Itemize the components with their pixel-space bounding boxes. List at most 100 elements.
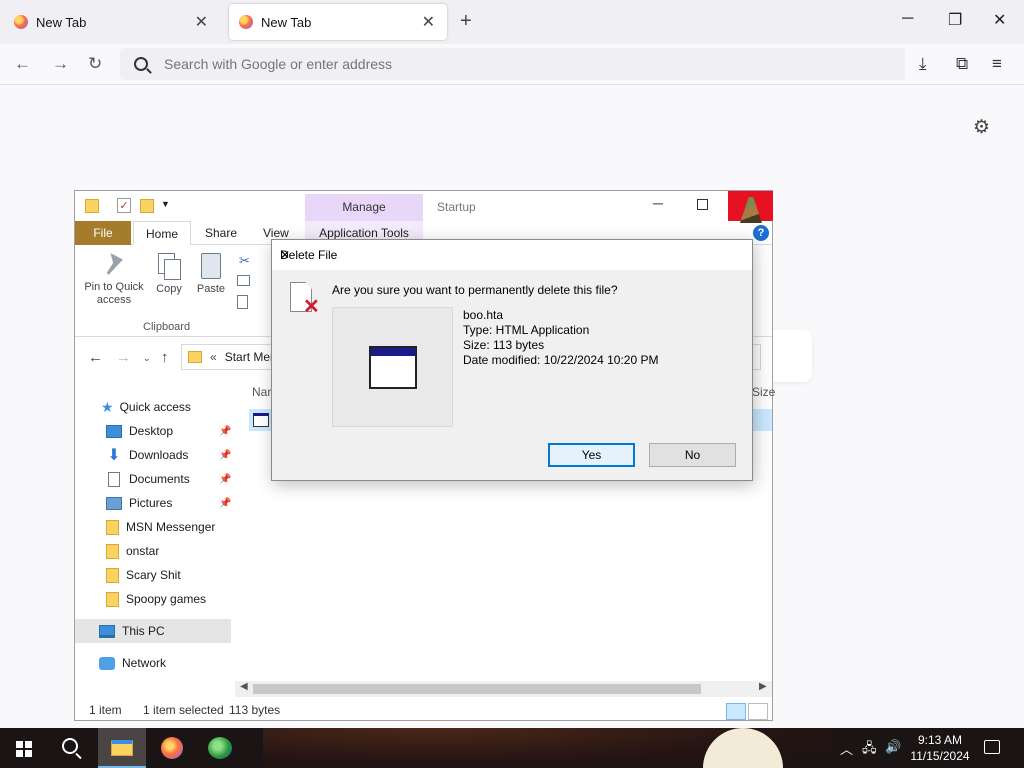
extensions-icon[interactable]: ⧉ (956, 54, 968, 74)
tab-label: New Tab (36, 14, 87, 30)
tab-share[interactable]: Share (193, 221, 249, 245)
folder-icon (188, 351, 202, 363)
close-tab-icon[interactable]: ✕ (422, 12, 435, 32)
maximize-icon[interactable] (697, 199, 708, 210)
address-input[interactable] (164, 56, 764, 72)
paste-label: Paste (196, 283, 226, 295)
folder-icon (106, 543, 119, 559)
file-name: boo.hta (463, 308, 504, 322)
taskbar-file-explorer[interactable] (98, 728, 146, 768)
minimize-icon[interactable]: ─ (653, 195, 663, 211)
file-explorer-icon (111, 740, 133, 756)
browser-tab-bar: New Tab ✕ New Tab ✕ + ─ ❐ ✕ (0, 0, 1024, 44)
taskbar: ︿ 🖧 🔊 9:13 AM 11/15/2024 (0, 728, 1024, 768)
sidebar-item-onstar[interactable]: onstar (106, 539, 159, 563)
taskbar-firefox[interactable] (148, 728, 196, 768)
delete-file-icon: ✕ (290, 282, 320, 317)
hta-file-icon (253, 413, 269, 427)
hta-file-icon (369, 346, 417, 389)
sidebar-item-msn-messenger[interactable]: MSN Messenger (106, 515, 215, 539)
reload-icon[interactable]: ↻ (88, 54, 102, 74)
new-tab-button[interactable]: + (460, 10, 472, 33)
pin-icon: 📌 (219, 449, 232, 461)
menu-icon[interactable]: ≡ (992, 54, 1002, 74)
large-icons-view-icon[interactable] (748, 703, 768, 720)
taskbar-app-globe[interactable] (196, 728, 244, 768)
pin-icon: 📌 (219, 497, 232, 509)
restore-icon[interactable]: ❐ (948, 10, 962, 30)
scroll-right-icon[interactable]: ▶ (759, 681, 767, 692)
pictures-icon (106, 496, 122, 510)
copy-path-icon[interactable] (237, 275, 250, 286)
pin-icon (106, 253, 123, 275)
tab-home[interactable]: Home (133, 221, 192, 245)
sidebar-item-desktop[interactable]: Desktop 📌 (106, 419, 233, 443)
star-icon: ★ (101, 398, 114, 415)
clock[interactable]: 9:13 AM 11/15/2024 (906, 732, 974, 764)
notification-icon[interactable] (984, 740, 1000, 754)
search-icon[interactable] (62, 738, 78, 754)
paste-button[interactable]: Paste (195, 253, 227, 296)
back-icon[interactable]: ← (14, 54, 31, 74)
file-type: Type: HTML Application (463, 323, 590, 337)
forward-icon[interactable]: → (116, 349, 131, 366)
recent-locations-icon[interactable]: ⌄ (143, 353, 151, 364)
sidebar-item-label: Desktop (129, 424, 174, 438)
close-icon[interactable]: ✕ (280, 248, 290, 262)
folder-icon (106, 567, 119, 583)
sidebar-item-spoopy-games[interactable]: Spoopy games (106, 587, 206, 611)
tab-file[interactable]: File (75, 221, 131, 245)
computer-icon (99, 624, 115, 638)
column-header-size[interactable]: Size (752, 385, 775, 399)
address-bar[interactable] (120, 48, 905, 80)
close-tab-icon[interactable]: ✕ (195, 12, 208, 32)
settings-gear-icon[interactable]: ⚙ (973, 116, 990, 139)
downloads-icon: ⬇ (107, 446, 121, 464)
manage-tab[interactable]: Manage (305, 194, 423, 221)
sidebar-item-pictures[interactable]: Pictures 📌 (106, 491, 233, 515)
documents-icon (108, 471, 120, 487)
pin-to-quick-access-button[interactable]: Pin to Quick access (81, 253, 147, 307)
sidebar-item-label: Pictures (129, 496, 173, 510)
scroll-left-icon[interactable]: ◀ (240, 681, 248, 692)
downloads-icon[interactable]: ⤓ (919, 54, 927, 74)
new-folder-icon[interactable] (140, 199, 154, 213)
volume-icon[interactable]: 🔊 (885, 739, 901, 755)
quick-access-toolbar-dropdown-icon[interactable]: ▼ (161, 199, 170, 209)
sidebar-item-downloads[interactable]: ⬇ Downloads 📌 (106, 443, 233, 467)
up-icon[interactable]: ↑ (161, 349, 169, 366)
forward-icon[interactable]: → (52, 54, 69, 74)
back-icon[interactable]: ← (88, 349, 103, 366)
copy-button[interactable]: Copy (153, 253, 185, 296)
breadcrumb-overflow-icon[interactable]: « (210, 350, 217, 364)
horizontal-scrollbar[interactable]: ◀ ▶ (235, 681, 772, 697)
sidebar-item-documents[interactable]: Documents 📌 (106, 467, 233, 491)
details-view-icon[interactable] (726, 703, 746, 720)
pin-icon: 📌 (219, 473, 232, 485)
properties-icon[interactable]: ✓ (117, 198, 131, 213)
search-icon (134, 57, 148, 71)
dialog-title-bar: Delete File ✕ (272, 240, 752, 270)
scrollbar-thumb[interactable] (253, 684, 701, 694)
cut-icon[interactable]: ✂ (239, 253, 250, 269)
sidebar-item-this-pc[interactable]: This PC (75, 619, 231, 643)
sidebar-item-quick-access[interactable]: ★ Quick access (101, 395, 191, 419)
start-button[interactable] (16, 741, 32, 757)
globe-app-icon (208, 737, 232, 759)
network-tray-icon[interactable]: 🖧 (862, 739, 877, 761)
sidebar-item-network[interactable]: Network (99, 651, 166, 675)
browser-tab[interactable]: New Tab ✕ (4, 4, 220, 40)
breadcrumb[interactable]: Start Men (225, 350, 277, 364)
no-button[interactable]: No (649, 443, 736, 467)
browser-tab-active[interactable]: New Tab ✕ (229, 4, 447, 40)
paste-shortcut-icon[interactable] (237, 295, 248, 309)
yes-button[interactable]: Yes (548, 443, 635, 467)
sidebar-item-label: This PC (122, 624, 165, 638)
dialog-question: Are you sure you want to permanently del… (332, 283, 618, 297)
minimize-icon[interactable]: ─ (902, 10, 913, 28)
sidebar-item-scary-shit[interactable]: Scary Shit (106, 563, 181, 587)
file-size: Size: 113 bytes (463, 338, 545, 352)
show-hidden-icons-chevron-icon[interactable]: ︿ (840, 739, 853, 758)
copy-label: Copy (156, 283, 182, 295)
close-window-icon[interactable]: ✕ (993, 10, 1006, 30)
